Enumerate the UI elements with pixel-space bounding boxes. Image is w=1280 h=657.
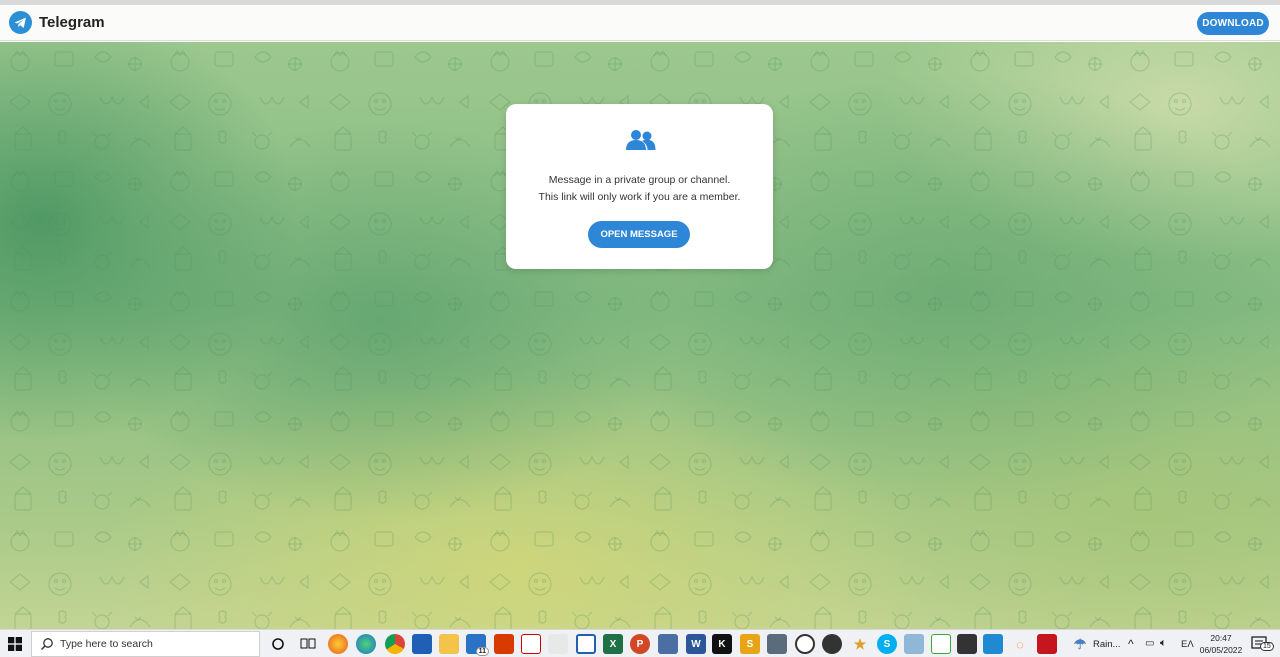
powerpoint-icon[interactable]: P [630, 634, 650, 654]
app-disc-icon[interactable] [822, 634, 842, 654]
paint-icon[interactable] [548, 634, 568, 654]
clock-time: 20:47 [1210, 633, 1232, 643]
chrome-icon[interactable] [385, 634, 405, 654]
sublime-icon[interactable]: S [740, 634, 760, 654]
firefox-icon[interactable] [328, 634, 348, 654]
mail-icon[interactable]: 11 [466, 634, 489, 656]
chevron-up-icon[interactable]: ^ [1128, 637, 1134, 651]
file-explorer-icon[interactable] [439, 634, 459, 654]
clock-date: 06/05/2022 [1199, 645, 1243, 655]
app-terminal-icon[interactable] [957, 634, 977, 654]
message-text: Message in a private group or channel. T… [506, 172, 773, 206]
windows-logo-icon [8, 637, 22, 651]
app-arrow-icon[interactable] [767, 634, 787, 654]
site-header: Telegram DOWNLOAD [0, 5, 1280, 41]
system-clock[interactable]: 20:47 06/05/2022 [1196, 632, 1246, 656]
cortana-icon[interactable] [268, 634, 288, 654]
open-message-button[interactable]: OPEN MESSAGE [588, 221, 690, 248]
app-leaf-icon[interactable] [931, 634, 951, 654]
weather-icon[interactable]: ☂ [1070, 634, 1090, 654]
search-input[interactable] [60, 638, 250, 650]
chat-background: Message in a private group or channel. T… [0, 42, 1280, 629]
volume-icon[interactable]: 🔈︎ [1160, 637, 1167, 650]
vscode-icon[interactable] [983, 634, 1003, 654]
network-icon[interactable]: ▭ [1145, 638, 1154, 649]
jupyter-icon[interactable]: ◌ [1010, 634, 1030, 654]
app-name[interactable]: Telegram [39, 14, 105, 31]
snipping-tool-icon[interactable] [521, 634, 541, 654]
word-icon[interactable]: W [686, 634, 706, 654]
search-icon [40, 638, 53, 651]
telegram-logo-icon[interactable] [9, 11, 32, 34]
acrobat-icon[interactable] [1037, 634, 1057, 654]
group-icon [626, 130, 656, 150]
skype-icon[interactable]: S [877, 634, 897, 654]
message-line-1: Message in a private group or channel. [548, 174, 731, 186]
app-doc-icon[interactable] [904, 634, 924, 654]
language-indicator[interactable]: EΛ [1181, 639, 1194, 650]
notification-count: 15 [1260, 642, 1274, 651]
notification-center-icon[interactable]: 15 [1251, 636, 1274, 652]
app-k-icon[interactable]: K [712, 634, 732, 654]
download-button[interactable]: DOWNLOAD [1197, 12, 1269, 35]
taskbar-search[interactable] [31, 631, 260, 657]
message-line-2: This link will only work if you are a me… [538, 191, 741, 203]
start-button[interactable] [0, 630, 30, 657]
message-card: Message in a private group or channel. T… [506, 104, 773, 269]
windows-taskbar: 11 X P W K S ★ S ◌ ☂ Rain... ^ ▭ 🔈︎ EΛ 2… [0, 629, 1280, 657]
task-view-icon[interactable] [298, 634, 318, 654]
mail-badge: 11 [475, 647, 489, 656]
calculator-icon[interactable] [658, 634, 678, 654]
app-frame-icon[interactable] [576, 634, 596, 654]
weather-label[interactable]: Rain... [1093, 639, 1120, 650]
edge-icon[interactable] [356, 634, 376, 654]
office-icon[interactable] [494, 634, 514, 654]
star-app-icon[interactable]: ★ [850, 634, 870, 654]
store-icon[interactable] [412, 634, 432, 654]
excel-icon[interactable]: X [603, 634, 623, 654]
app-circle-icon[interactable] [795, 634, 815, 654]
